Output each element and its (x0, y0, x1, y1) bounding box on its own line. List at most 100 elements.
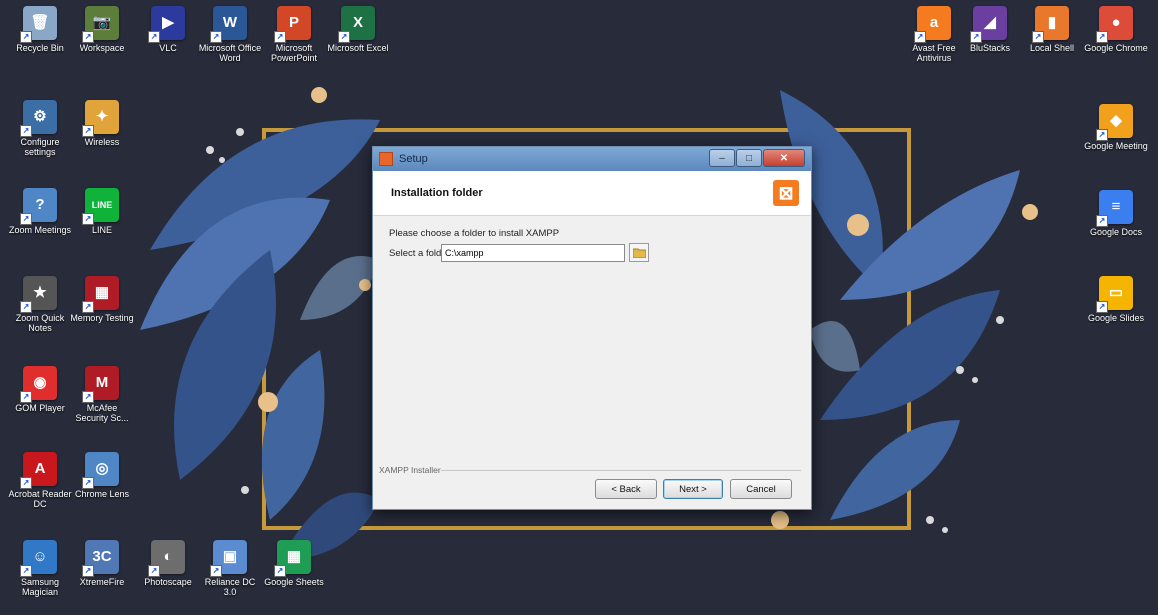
xtreme-icon: 3C ↗ (82, 540, 119, 577)
close-button[interactable]: ✕ (763, 149, 805, 167)
desktop-icon[interactable]: ? ↗ Zoom Meetings (8, 188, 72, 235)
dialog-content: Please choose a folder to install XAMPP … (373, 216, 811, 458)
shortcut-arrow-icon: ↗ (20, 565, 32, 577)
desktop-icon[interactable]: ▭ ↗ Google Slides (1084, 276, 1148, 323)
shortcut-arrow-icon: ↗ (20, 477, 32, 489)
desktop-icon[interactable]: ◆ ↗ Google Meeting (1084, 104, 1148, 151)
desktop-icon[interactable]: ▦ ↗ Memory Testing (70, 276, 134, 323)
shortcut-arrow-icon: ↗ (20, 31, 32, 43)
icon-glyph: X (352, 14, 363, 31)
desktop-icon[interactable]: ⚙ ↗ Configure settings (8, 100, 72, 157)
wireless-icon: ✦ ↗ (82, 100, 119, 137)
desktop-icon[interactable]: 📷 ↗ Workspace (70, 6, 134, 53)
desktop-icon-label: Microsoft Excel (327, 43, 389, 53)
desktop-icon-label: Zoom Quick Notes (15, 313, 65, 333)
desktop-icon-label: Google Sheets (264, 577, 324, 587)
cube-icon: ▣ ↗ (210, 540, 247, 577)
notes-icon: ★ ↗ (20, 276, 57, 313)
footer-divider (441, 470, 801, 471)
dialog-footer: XAMPP Installer < Back Next > Cancel (373, 459, 811, 509)
desktop-icon[interactable]: LINE ↗ LINE (70, 188, 134, 235)
smiley-icon: ☺ ↗ (20, 540, 57, 577)
desktop-icon-label: Recycle Bin (16, 43, 64, 53)
desktop-icon[interactable]: ▮ ↗ Local Shell (1020, 6, 1084, 53)
desktop-icon-label: Acrobat Reader DC (8, 489, 72, 509)
shortcut-arrow-icon: ↗ (1096, 301, 1108, 313)
icon-glyph: W (222, 14, 238, 31)
icon-glyph: ✦ (95, 108, 109, 125)
shortcut-arrow-icon: ↗ (1032, 31, 1044, 43)
minimize-icon: – (719, 152, 725, 164)
shortcut-arrow-icon: ↗ (82, 391, 94, 403)
desktop-icon[interactable]: ◉ ↗ GOM Player (8, 366, 72, 413)
desktop-icon[interactable]: X ↗ Microsoft Excel (326, 6, 390, 53)
memory-icon: ▦ ↗ (82, 276, 119, 313)
desktop-icon[interactable]: ▶ ↗ VLC (136, 6, 200, 53)
icon-glyph: ◎ (95, 460, 109, 477)
mcafee-icon: M ↗ (82, 366, 119, 403)
desktop-icon[interactable]: ≡ ↗ Google Docs (1084, 190, 1148, 237)
desktop-icon[interactable]: ☺ ↗ Samsung Magician (8, 540, 72, 597)
shortcut-arrow-icon: ↗ (82, 31, 94, 43)
desktop-icon[interactable]: 3C ↗ XtremeFire (70, 540, 134, 587)
zoom-icon: ? ↗ (20, 188, 57, 225)
browse-button[interactable] (629, 243, 649, 262)
desktop-icon[interactable]: ✦ ↗ Wireless (70, 100, 134, 147)
icon-glyph: M (95, 374, 109, 391)
desktop-icon-label: Google Docs (1089, 227, 1143, 237)
desktop-icon-label: Memory Testing (70, 313, 134, 323)
google-sheets-icon: ▦ ↗ (274, 540, 311, 577)
maximize-button[interactable]: □ (736, 149, 762, 167)
desktop-icon-label: LINE (91, 225, 112, 235)
shortcut-arrow-icon: ↗ (338, 31, 350, 43)
back-button[interactable]: < Back (595, 479, 657, 499)
recycle-bin-icon: 🗑 ↗ (20, 6, 57, 43)
desktop-icon[interactable]: ▣ ↗ Reliance DC 3.0 (198, 540, 262, 597)
shortcut-arrow-icon: ↗ (210, 31, 222, 43)
desktop-icon[interactable]: ★ ↗ Zoom Quick Notes (8, 276, 72, 333)
desktop-icon-label: Configure settings (20, 137, 60, 157)
desktop-icon-label: Local Shell (1029, 43, 1075, 53)
lens-icon: ◎ ↗ (82, 452, 119, 489)
app-icon (379, 152, 393, 166)
dialog-titlebar[interactable]: Setup – □ ✕ (373, 147, 811, 171)
desktop-icon[interactable]: ◐ ↗ Photoscape (136, 540, 200, 587)
desktop-icon-label: Workspace (79, 43, 125, 53)
icon-glyph: ? (35, 196, 45, 213)
shortcut-arrow-icon: ↗ (970, 31, 982, 43)
desktop-icon[interactable]: M ↗ McAfee Security Sc... (70, 366, 134, 423)
gom-player-icon: ◉ ↗ (20, 366, 57, 403)
shortcut-arrow-icon: ↗ (82, 301, 94, 313)
folder-prompt: Please choose a folder to install XAMPP (389, 228, 560, 239)
desktop-icon[interactable]: a ↗ Avast Free Antivirus (902, 6, 966, 63)
control-panel-icon: ⚙ ↗ (20, 100, 57, 137)
powerpoint-icon: P ↗ (274, 6, 311, 43)
shortcut-arrow-icon: ↗ (148, 565, 160, 577)
desktop-icon[interactable]: ◎ ↗ Chrome Lens (70, 452, 134, 499)
desktop-icon[interactable]: ▦ ↗ Google Sheets (262, 540, 326, 587)
next-button[interactable]: Next > (663, 479, 723, 499)
folder-input[interactable] (441, 244, 625, 262)
desktop-icon[interactable]: ◢ ↗ BluStacks (958, 6, 1022, 53)
shortcut-arrow-icon: ↗ (914, 31, 926, 43)
cancel-button[interactable]: Cancel (730, 479, 792, 499)
minimize-button[interactable]: – (709, 149, 735, 167)
desktop-icon-label: Google Slides (1087, 313, 1145, 323)
google-docs-icon: ≡ ↗ (1096, 190, 1133, 227)
shortcut-arrow-icon: ↗ (20, 125, 32, 137)
icon-glyph: ● (1111, 14, 1121, 31)
desktop-icon[interactable]: W ↗ Microsoft Office Word (198, 6, 262, 63)
desktop-icon-label: Chrome Lens (74, 489, 130, 499)
page-title: Installation folder (391, 187, 483, 199)
shortcut-arrow-icon: ↗ (82, 125, 94, 137)
desktop-icon[interactable]: A ↗ Acrobat Reader DC (8, 452, 72, 509)
desktop-icon[interactable]: 🗑 ↗ Recycle Bin (8, 6, 72, 53)
icon-glyph: ◐ (163, 548, 173, 565)
desktop-icon[interactable]: ● ↗ Google Chrome (1084, 6, 1148, 53)
cube-orange-icon: ◆ ↗ (1096, 104, 1133, 141)
desktop-icon-label: Zoom Meetings (8, 225, 72, 235)
close-icon: ✕ (779, 152, 789, 164)
chrome-icon: ● ↗ (1096, 6, 1133, 43)
desktop-icon-label: Wireless (84, 137, 120, 147)
desktop-icon[interactable]: P ↗ Microsoft PowerPoint (262, 6, 326, 63)
